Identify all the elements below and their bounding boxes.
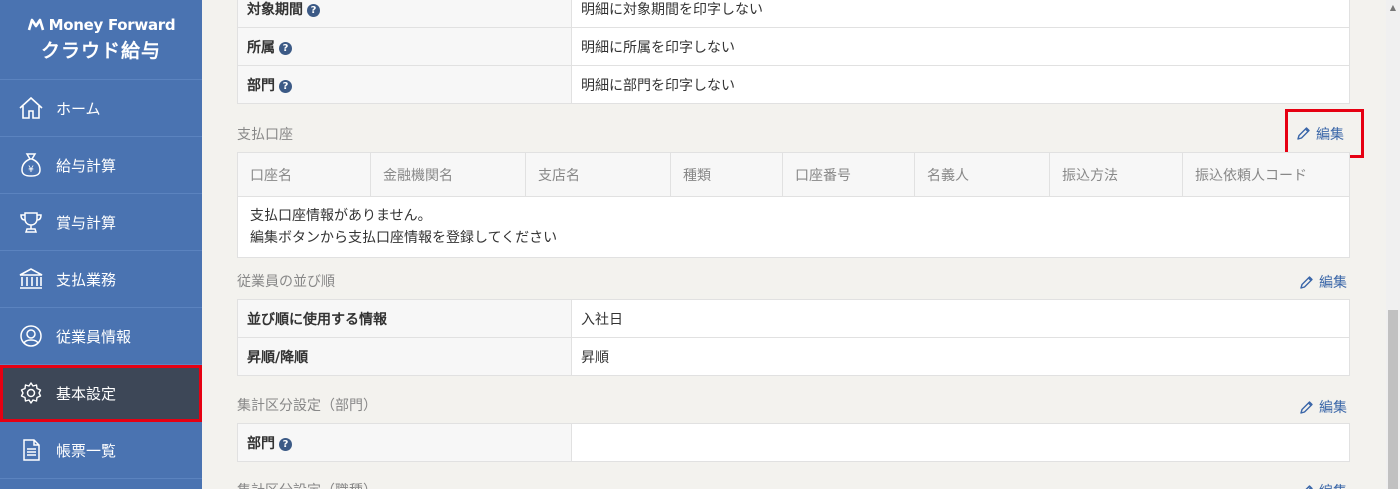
money-forward-logo-icon	[27, 18, 44, 31]
aggregate-dept-table: 部門?	[237, 423, 1350, 462]
column-header: 振込依頼人コード	[1182, 152, 1350, 197]
help-icon[interactable]: ?	[307, 3, 320, 17]
row-value	[571, 423, 1350, 462]
product-name: クラウド給与	[40, 40, 161, 62]
table-row: 所属? 明細に所属を印字しない	[237, 27, 1350, 66]
help-icon[interactable]: ?	[279, 79, 292, 93]
row-key: 部門	[247, 435, 275, 452]
row-key: 対象期間	[247, 1, 303, 18]
nav-item-home[interactable]: ホーム	[0, 80, 202, 137]
row-key: 部門	[247, 77, 275, 94]
row-value: 入社日	[571, 299, 1350, 338]
scrollbar-thumb[interactable]	[1388, 310, 1398, 489]
svg-text:¥: ¥	[28, 165, 34, 175]
nav-label: 給与計算	[56, 156, 117, 175]
nav-label: 賞与計算	[56, 213, 117, 232]
empty-row: 支払口座情報がありません。 編集ボタンから支払口座情報を登録してください	[237, 196, 1350, 258]
main-content: 対象期間? 明細に対象期間を印字しない 所属? 明細に所属を印字しない 部門? …	[202, 0, 1386, 489]
brand-name: Money Forward	[48, 16, 176, 34]
edit-label: 編集	[1319, 275, 1347, 291]
nav-item-payment[interactable]: 支払業務	[0, 251, 202, 308]
row-key: 昇順/降順	[237, 337, 572, 376]
nav-label: 従業員情報	[56, 327, 132, 346]
employee-order-edit-button[interactable]: 編集	[1299, 272, 1347, 292]
scroll-up-arrow-icon[interactable]: ▲	[1386, 0, 1400, 14]
column-header: 名義人	[914, 152, 1050, 197]
aggregate-job-edit-button[interactable]: 編集	[1299, 481, 1347, 489]
employee-order-title: 従業員の並び順	[237, 274, 335, 290]
nav-item-employees[interactable]: 従業員情報	[0, 308, 202, 365]
nav-item-reports[interactable]: 帳票一覧	[0, 422, 202, 479]
aggregate-dept-section: 部門?	[237, 423, 1350, 462]
payment-account-title: 支払口座	[237, 127, 293, 143]
document-icon	[18, 437, 44, 463]
column-header: 口座名	[237, 152, 371, 197]
table-row: 昇順/降順 昇順	[237, 337, 1350, 376]
row-value: 昇順	[571, 337, 1350, 376]
aggregate-job-title: 集計区分設定（職種）	[237, 480, 377, 489]
empty-hint: 編集ボタンから支払口座情報を登録してください	[250, 230, 558, 246]
home-icon	[18, 95, 44, 121]
row-value: 明細に部門を印字しない	[571, 65, 1350, 104]
print-settings-table: 対象期間? 明細に対象期間を印字しない 所属? 明細に所属を印字しない 部門? …	[237, 0, 1350, 104]
help-icon[interactable]: ?	[279, 41, 292, 55]
payment-account-section: 口座名 金融機関名 支店名 種類 口座番号 名義人 振込方法 振込依頼人コード …	[237, 152, 1350, 258]
employee-order-table: 並び順に使用する情報 入社日 昇順/降順 昇順	[237, 299, 1350, 376]
aggregate-dept-title: 集計区分設定（部門）	[237, 398, 377, 414]
column-header: 種類	[670, 152, 783, 197]
nav-label: 帳票一覧	[56, 441, 117, 460]
pencil-icon	[1300, 400, 1313, 414]
sidebar: Money Forward クラウド給与 ホーム ¥ 給与計算 賞与計算 支払業…	[0, 0, 202, 489]
table-header-row: 口座名 金融機関名 支店名 種類 口座番号 名義人 振込方法 振込依頼人コード	[237, 152, 1350, 197]
row-value: 明細に対象期間を印字しない	[571, 0, 1350, 28]
help-icon[interactable]: ?	[279, 437, 292, 451]
table-row: 部門? 明細に部門を印字しない	[237, 65, 1350, 104]
pencil-icon	[1305, 484, 1313, 489]
edit-label: 編集	[1319, 481, 1347, 489]
pencil-icon	[1300, 275, 1313, 289]
nav-item-bonus[interactable]: 賞与計算	[0, 194, 202, 251]
payment-account-table: 口座名 金融機関名 支店名 種類 口座番号 名義人 振込方法 振込依頼人コード …	[237, 152, 1350, 258]
user-icon	[18, 323, 44, 349]
empty-message: 支払口座情報がありません。	[250, 208, 432, 224]
column-header: 振込方法	[1049, 152, 1183, 197]
column-header: 金融機関名	[370, 152, 526, 197]
aggregate-dept-edit-button[interactable]: 編集	[1299, 397, 1347, 417]
nav-label: 支払業務	[56, 270, 117, 289]
bank-icon	[18, 266, 44, 292]
nav-item-payroll[interactable]: ¥ 給与計算	[0, 137, 202, 194]
money-bag-icon: ¥	[18, 152, 44, 178]
brand-logo[interactable]: Money Forward クラウド給与	[0, 0, 202, 80]
gear-icon	[18, 380, 44, 406]
edit-label: 編集	[1319, 400, 1347, 416]
employee-order-section: 並び順に使用する情報 入社日 昇順/降順 昇順	[237, 299, 1350, 376]
table-row: 対象期間? 明細に対象期間を印字しない	[237, 0, 1350, 28]
column-header: 支店名	[525, 152, 671, 197]
table-row: 並び順に使用する情報 入社日	[237, 299, 1350, 338]
edit-label: 編集	[1316, 126, 1344, 143]
print-settings-section: 対象期間? 明細に対象期間を印字しない 所属? 明細に所属を印字しない 部門? …	[237, 0, 1350, 104]
column-header: 口座番号	[782, 152, 915, 197]
vertical-scrollbar[interactable]: ▲	[1386, 0, 1400, 489]
nav-label: ホーム	[56, 99, 101, 118]
row-key: 所属	[247, 39, 275, 56]
payment-account-edit-button[interactable]: 編集	[1285, 109, 1364, 158]
row-key: 並び順に使用する情報	[237, 299, 572, 338]
nav-item-basic-settings[interactable]: 基本設定	[0, 365, 202, 422]
row-value: 明細に所属を印字しない	[571, 27, 1350, 66]
trophy-icon	[18, 209, 44, 235]
table-row: 部門?	[237, 423, 1350, 462]
nav-label: 基本設定	[56, 384, 117, 403]
pencil-icon	[1297, 127, 1310, 140]
